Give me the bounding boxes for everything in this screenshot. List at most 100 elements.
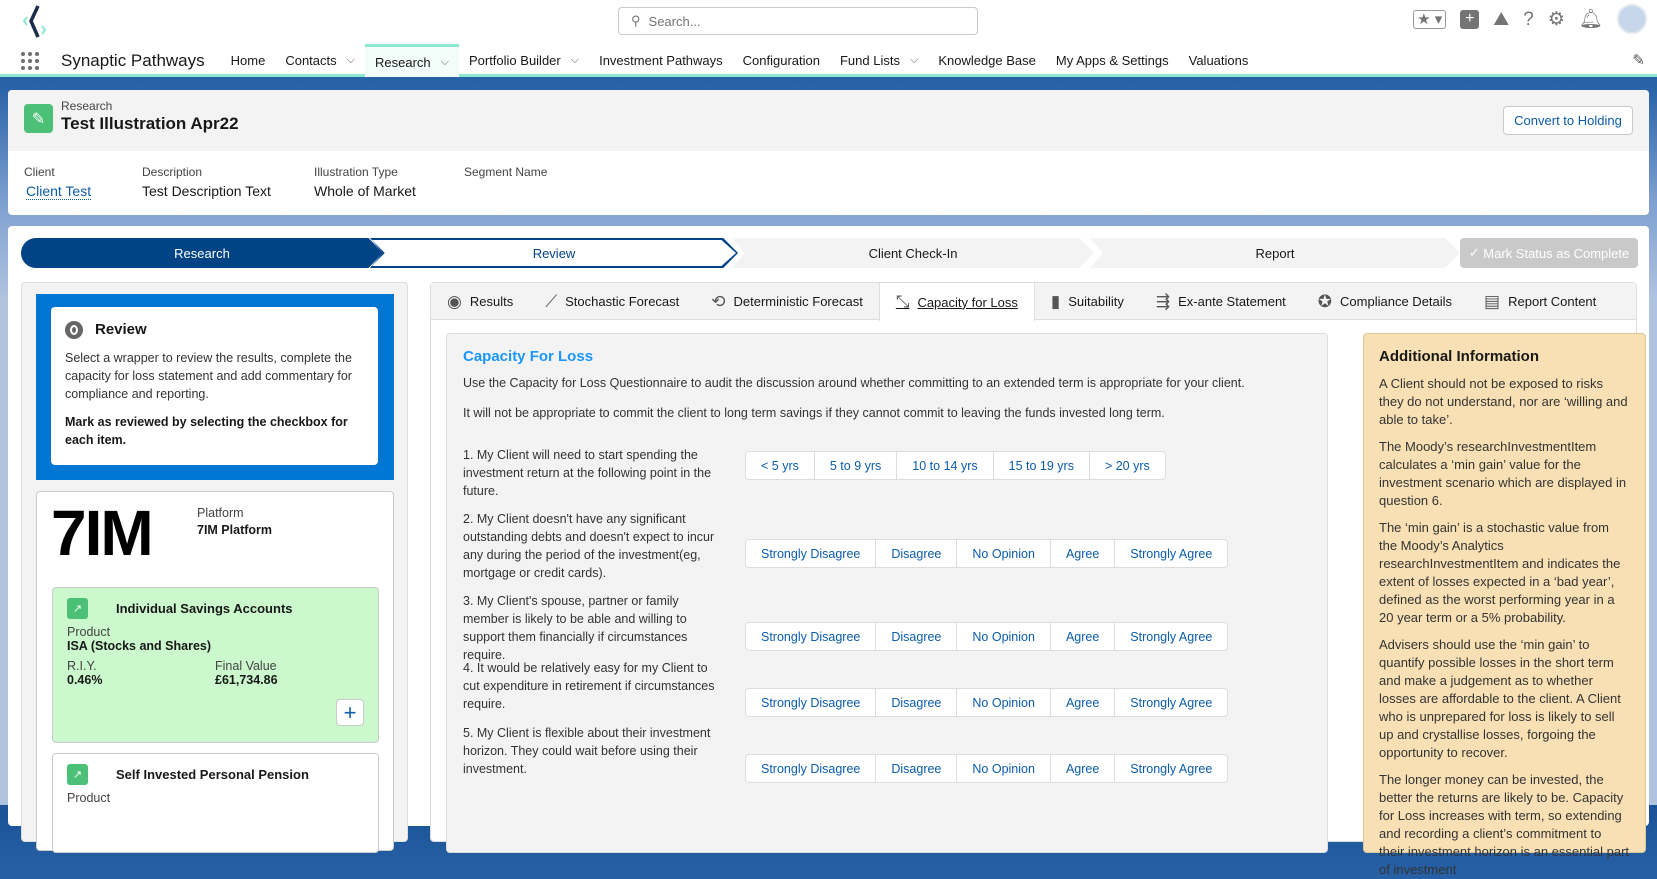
convert-to-holding-button[interactable]: Convert to Holding <box>1503 106 1633 135</box>
field-illustration-type: Illustration Type Whole of Market <box>314 165 416 199</box>
tab-stochastic-forecast[interactable]: ⟋ Stochastic Forecast <box>529 283 695 320</box>
results-icon: ◉ <box>447 291 462 311</box>
object-label: Research <box>61 99 113 113</box>
info-paragraph: The longer money can be invested, the be… <box>1379 772 1630 877</box>
nav-item-investment-pathways[interactable]: Investment Pathways <box>589 44 733 77</box>
option-no-opinion[interactable]: No Opinion <box>957 689 1051 716</box>
compliance-details-icon: ✪ <box>1317 291 1333 311</box>
option-disagree[interactable]: Disagree <box>876 755 958 782</box>
info-paragraph: The ‘min gain’ is a stochastic value fro… <box>1379 520 1621 625</box>
option-strongly-agree[interactable]: Strongly Agree <box>1115 689 1227 716</box>
wrapper-card-isa[interactable]: ↗ Individual Savings Accounts Product ISA… <box>52 587 379 743</box>
option-agree[interactable]: Agree <box>1051 623 1116 650</box>
client-link[interactable]: Client Test <box>26 183 92 200</box>
option-agree[interactable]: Agree <box>1051 755 1116 782</box>
field-segment-name: Segment Name <box>464 165 548 179</box>
path-stage-report[interactable]: Report <box>1090 238 1460 268</box>
eye-icon <box>65 321 83 339</box>
nav-bar: Synaptic Pathways Home Contacts ⌵ Research ⌵… <box>0 44 1657 77</box>
nav-item-contacts[interactable]: Contacts ⌵ <box>275 44 365 77</box>
option-strongly-agree[interactable]: Strongly Agree <box>1115 540 1227 567</box>
field-client: Client Client Test <box>24 165 92 200</box>
option-no-opinion[interactable]: No Opinion <box>957 755 1051 782</box>
question-2-options: Strongly Disagree Disagree No Opinion Agree… <box>745 539 1229 568</box>
option-strongly-agree[interactable]: Strongly Agree <box>1115 755 1227 782</box>
option-10-to-14-yrs[interactable]: 10 to 14 yrs <box>897 452 994 479</box>
option-strongly-disagree[interactable]: Strongly Disagree <box>746 689 877 716</box>
nav-item-valuations[interactable]: Valuations <box>1179 44 1259 77</box>
gear-icon[interactable]: ⚙ <box>1548 10 1565 29</box>
option-disagree[interactable]: Disagree <box>876 623 958 650</box>
review-instructions: Review Select a wrapper to review the re… <box>51 307 378 465</box>
nav-item-home[interactable]: Home <box>221 44 276 77</box>
tab-report-content[interactable]: ▤ Report Content <box>1468 283 1612 320</box>
option-agree[interactable]: Agree <box>1051 540 1116 567</box>
path-stage-research[interactable]: Research <box>21 238 383 268</box>
option-disagree[interactable]: Disagree <box>876 540 958 567</box>
add-icon[interactable]: + <box>1460 9 1480 29</box>
tab-results[interactable]: ◉ Results <box>431 283 529 320</box>
option-5-to-9-yrs[interactable]: 5 to 9 yrs <box>815 452 898 479</box>
nav-item-knowledge-base[interactable]: Knowledge Base <box>928 44 1046 77</box>
question-text: 1. My Client will need to start spending… <box>463 448 712 498</box>
chevron-down-icon[interactable]: ⌵ <box>910 54 918 67</box>
capacity-for-loss-section: Capacity For Loss Use the Capacity for L… <box>446 333 1328 853</box>
chart-up-icon: ↗ <box>67 598 88 619</box>
report-content-icon: ▤ <box>1484 291 1501 311</box>
wrapper-list-panel: Review Select a wrapper to review the re… <box>21 282 408 853</box>
option-no-opinion[interactable]: No Opinion <box>957 623 1051 650</box>
add-wrapper-button[interactable]: + <box>336 699 364 726</box>
option-strongly-disagree[interactable]: Strongly Disagree <box>746 540 877 567</box>
additional-information-panel: Additional Information A Client should n… <box>1363 333 1646 877</box>
option-5-yrs[interactable]: < 5 yrs <box>746 452 815 479</box>
nav-item-research[interactable]: Research ⌵ <box>364 44 459 77</box>
bell-icon[interactable]: 🔔︎ <box>1579 10 1603 29</box>
info-paragraph: The Moody’s researchInvestmentItem calcu… <box>1379 439 1627 508</box>
favorites-star-icon[interactable]: ★ ▾ <box>1413 9 1447 29</box>
record-title: Test Illustration Apr22 <box>61 114 239 133</box>
question-text: 2. My Client doesn't have any significan… <box>463 512 715 580</box>
chevron-down-icon[interactable]: ⌵ <box>571 54 579 67</box>
wrapper-card-sipp[interactable]: ↗ Self Invested Personal Pension Product <box>52 753 379 853</box>
nav-item-portfolio-builder[interactable]: Portfolio Builder ⌵ <box>459 44 589 77</box>
option-strongly-disagree[interactable]: Strongly Disagree <box>746 623 877 650</box>
path-stage-review[interactable]: Review <box>372 240 736 266</box>
tab-compliance-details[interactable]: ✪ Compliance Details <box>1302 283 1468 320</box>
mark-status-complete-button[interactable]: ✓ Mark Status as Complete <box>1460 238 1638 268</box>
trailhead-icon[interactable]: ⛰ <box>1493 10 1509 29</box>
option-20-yrs[interactable]: > 20 yrs <box>1090 452 1165 479</box>
path-stage-client-check-in[interactable]: Client Check-In <box>732 238 1094 268</box>
app-logo-icon <box>22 5 47 38</box>
chart-up-icon: ↗ <box>67 764 88 785</box>
nav-item-fund-lists[interactable]: Fund Lists ⌵ <box>830 44 928 77</box>
tab-deterministic-forecast[interactable]: ⟲ Deterministic Forecast <box>695 283 879 320</box>
suitability-icon: ▮ <box>1050 291 1061 311</box>
search-input[interactable]: ⚲ Search... <box>618 7 978 35</box>
app-launcher-icon[interactable] <box>21 51 39 70</box>
nav-item-my-apps-settings[interactable]: My Apps & Settings <box>1046 44 1179 77</box>
capacity-for-loss-icon: ⤡ <box>895 292 910 311</box>
global-header: ⚲ Search... ★ ▾ + ⛰ ? ⚙ 🔔︎ <box>0 0 1657 44</box>
chevron-down-icon[interactable]: ⌵ <box>441 56 449 69</box>
search-icon: ⚲ <box>631 13 641 28</box>
tab-suitability[interactable]: ▮ Suitability <box>1035 283 1140 320</box>
avatar[interactable] <box>1617 4 1647 34</box>
main-card: Research Review Client Check-In Report ✓… <box>8 226 1649 877</box>
option-no-opinion[interactable]: No Opinion <box>957 540 1051 567</box>
option-strongly-disagree[interactable]: Strongly Disagree <box>746 755 877 782</box>
section-title: Capacity For Loss <box>463 348 594 365</box>
option-agree[interactable]: Agree <box>1051 689 1116 716</box>
question-text: 4. It would be relatively easy for my Cl… <box>463 661 715 711</box>
tab-ex-ante-statement[interactable]: ⇶ Ex-ante Statement <box>1140 283 1302 320</box>
option-disagree[interactable]: Disagree <box>876 689 958 716</box>
option-strongly-agree[interactable]: Strongly Agree <box>1115 623 1227 650</box>
field-description: Description Test Description Text <box>142 165 271 199</box>
tab-capacity-for-loss[interactable]: ⤡ Capacity for Loss <box>878 283 1035 321</box>
edit-nav-pencil-icon[interactable]: ✎ <box>1632 51 1645 69</box>
help-icon[interactable]: ? <box>1523 10 1534 29</box>
option-15-to-19-yrs[interactable]: 15 to 19 yrs <box>994 452 1090 479</box>
chevron-down-icon[interactable]: ⌵ <box>347 54 355 67</box>
deterministic-forecast-icon: ⟲ <box>711 291 726 311</box>
question-5-options: Strongly Disagree Disagree No Opinion Agree… <box>745 754 1229 783</box>
nav-item-configuration[interactable]: Configuration <box>733 44 830 77</box>
